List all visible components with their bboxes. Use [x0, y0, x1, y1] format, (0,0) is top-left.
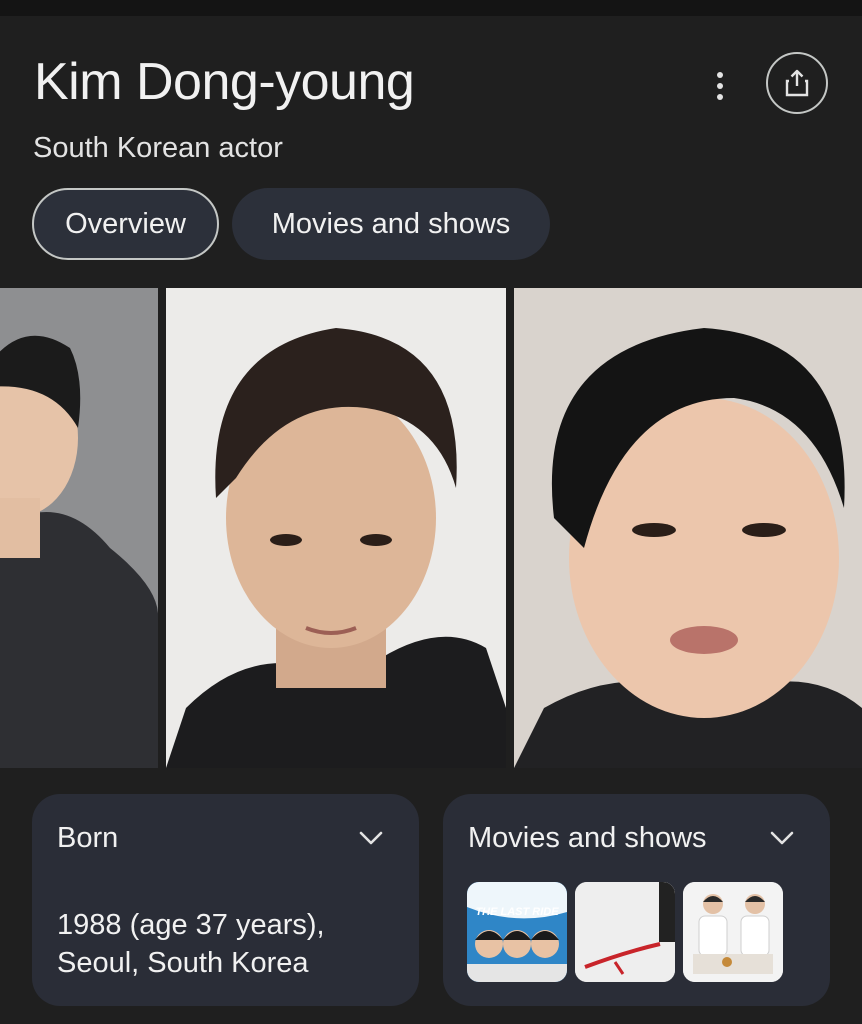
movie-thumbnail[interactable]: THE LAST RIDE — [467, 882, 567, 982]
born-card[interactable]: Born 1988 (age 37 years), Seoul, South K… — [32, 794, 419, 1006]
tab-movies-and-shows[interactable]: Movies and shows — [232, 188, 550, 260]
movie-thumbnail-title: THE LAST RIDE — [475, 906, 559, 918]
movie-thumbnail[interactable] — [575, 882, 675, 982]
page-title: Kim Dong-young — [34, 53, 415, 111]
born-label: Born — [57, 822, 119, 854]
portrait-photo-1[interactable] — [0, 288, 158, 768]
page-subtitle: South Korean actor — [33, 132, 283, 164]
chevron-down-icon[interactable] — [358, 830, 384, 848]
chevron-down-icon[interactable] — [769, 830, 795, 848]
movie-thumbnail[interactable] — [683, 882, 783, 982]
tab-overview[interactable]: Overview — [32, 188, 219, 260]
movies-label: Movies and shows — [468, 822, 707, 854]
portrait-photo-3[interactable] — [514, 288, 862, 768]
share-button[interactable] — [766, 52, 828, 114]
born-value: 1988 (age 37 years), Seoul, South Korea — [57, 906, 325, 982]
more-vert-icon[interactable] — [702, 66, 738, 106]
status-strip — [0, 0, 862, 16]
portrait-photo-2[interactable] — [166, 288, 506, 768]
born-value-line-2: Seoul, South Korea — [57, 947, 309, 979]
born-value-line-1: 1988 (age 37 years), — [57, 909, 325, 941]
share-icon — [785, 69, 809, 97]
movies-card[interactable]: Movies and shows THE LAST RIDE — [443, 794, 830, 1006]
